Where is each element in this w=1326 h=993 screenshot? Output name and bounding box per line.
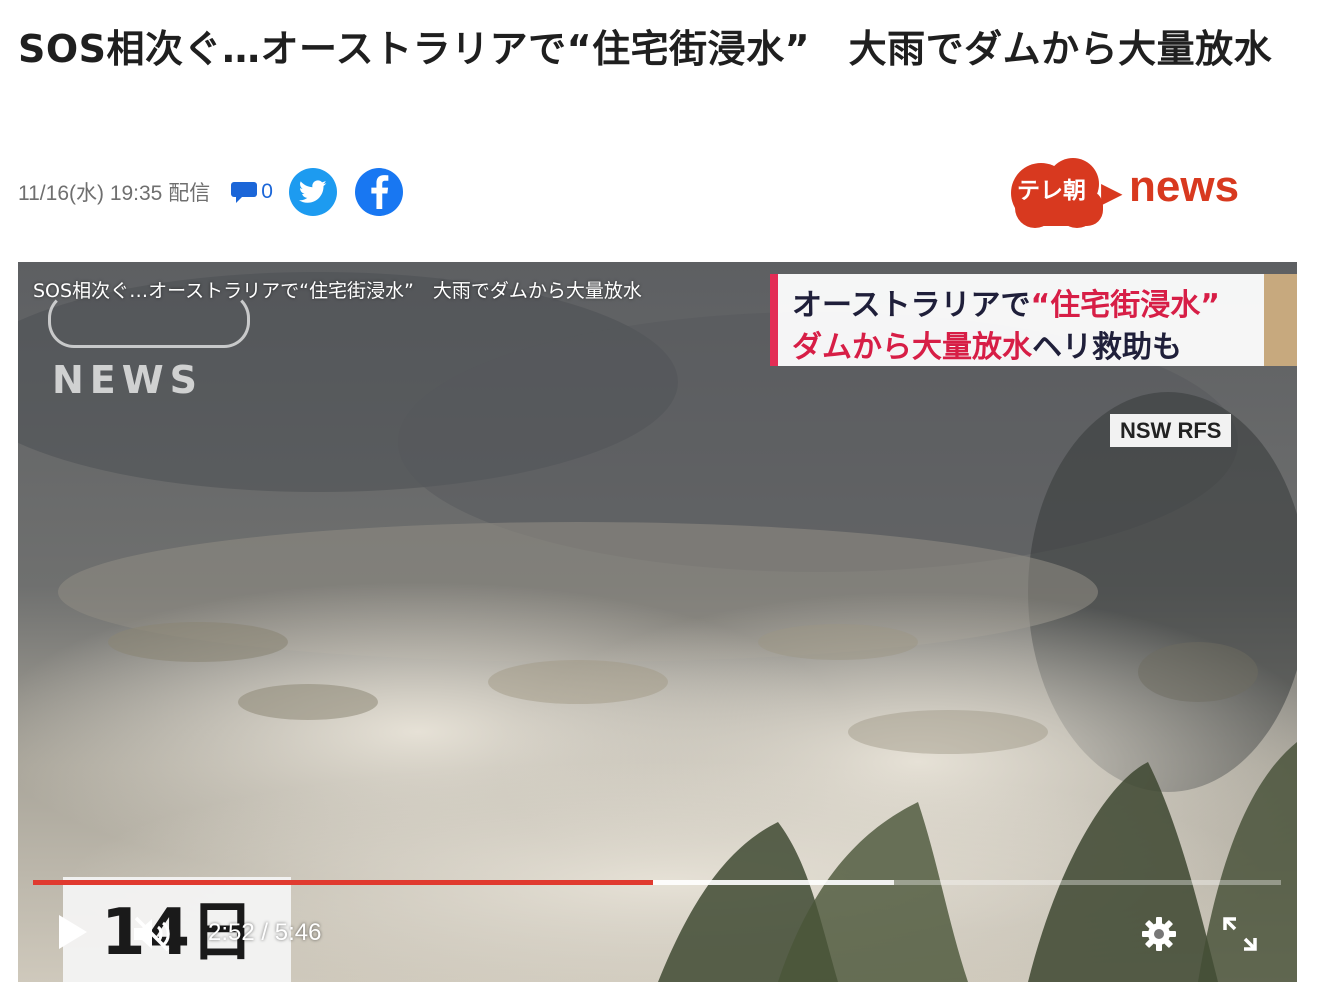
caption-line-2: ダムから大量放水ヘリ救助も: [792, 330, 1182, 365]
caption-line-1: オーストラリアで“住宅街浸水”: [792, 288, 1220, 323]
settings-button[interactable]: [1141, 916, 1177, 956]
ann-news-word: NEWS: [52, 358, 204, 402]
ann-news-watermark: NEWS: [48, 292, 250, 402]
play-button[interactable]: [56, 912, 90, 956]
article-title: SOS相次ぐ…オーストラリアで“住宅街浸水” 大雨でダムから大量放水: [18, 27, 1273, 71]
article-meta: 11/16(水) 19:35 配信 0: [18, 168, 403, 216]
speaker-muted-icon: [134, 916, 170, 952]
play-icon: [59, 915, 87, 949]
facebook-share-button[interactable]: [354, 168, 403, 216]
fullscreen-icon: [1223, 917, 1257, 951]
logo-arrow: ▶: [1101, 176, 1123, 209]
mute-button[interactable]: [130, 914, 174, 958]
video-timecode: 2:52 / 5:46: [208, 919, 322, 946]
twitter-icon: [298, 180, 327, 203]
gear-icon: [1142, 917, 1176, 951]
comment-bubble-icon: [231, 182, 258, 203]
logo-telasa-text: テレ朝: [1017, 178, 1086, 204]
tv-asahi-news-logo[interactable]: テレ朝 ▶ news: [997, 150, 1267, 230]
logo-news-text: news: [1129, 162, 1239, 211]
video-progress-bar[interactable]: [33, 880, 1281, 885]
publish-date: 11/16(水) 19:35 配信: [18, 182, 211, 205]
video-frame: [18, 262, 1297, 982]
video-player[interactable]: SOS相次ぐ…オーストラリアで“住宅街浸水” 大雨でダムから大量放水 NEWS …: [18, 262, 1297, 982]
comments-link[interactable]: 0: [230, 180, 273, 204]
ann-logo-box: [48, 292, 250, 348]
played-bar: [33, 880, 654, 885]
comment-count: 0: [261, 180, 273, 203]
caption-side-chip: [1264, 274, 1297, 366]
footage-credit: NSW RFS: [1110, 414, 1232, 447]
facebook-icon: [371, 175, 389, 209]
fullscreen-button[interactable]: [1221, 915, 1259, 957]
news-caption-banner: オーストラリアで“住宅街浸水” ダムから大量放水ヘリ救助も: [770, 274, 1268, 366]
twitter-share-button[interactable]: [288, 168, 337, 216]
